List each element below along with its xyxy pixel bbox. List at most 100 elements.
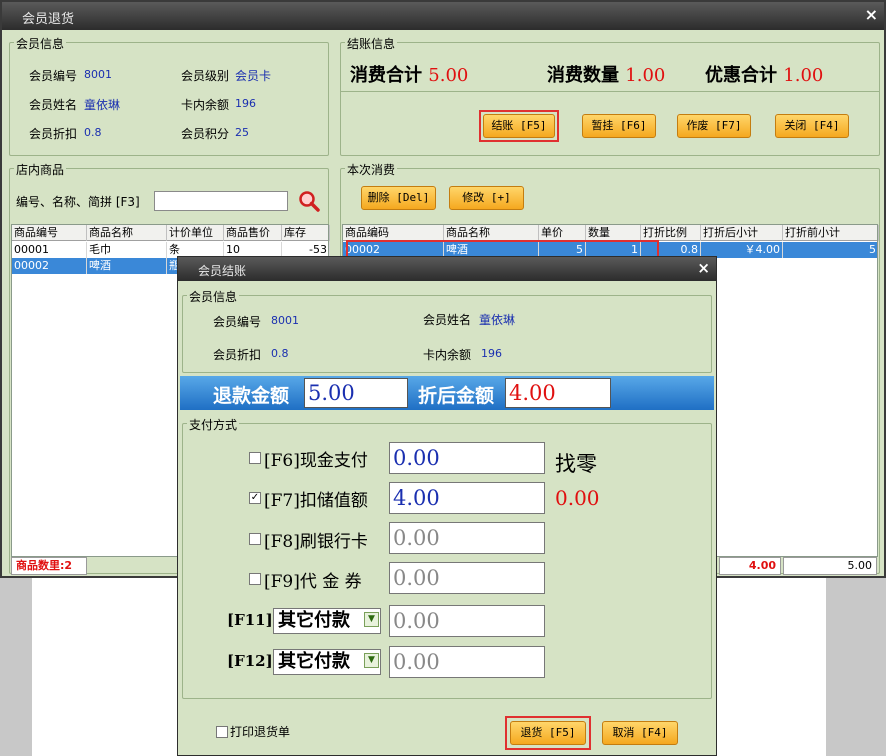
after-discount-input[interactable]: 4.00 <box>505 378 611 408</box>
dialog-member-name-label: 会员姓名 <box>423 313 472 327</box>
print-receipt-label: 打印退货单 <box>230 725 291 739</box>
member-name-label: 会员姓名 <box>29 98 78 112</box>
bank-card-label: [F8]刷银行卡 <box>264 532 368 552</box>
chevron-down-icon[interactable]: ▼ <box>364 653 379 668</box>
col-subtotal-after[interactable]: 打折后小计 <box>701 225 783 241</box>
goods-search-input[interactable] <box>154 191 288 211</box>
member-info-title: 会员信息 <box>14 35 67 52</box>
total-label: 消费合计 5.00 <box>350 65 469 86</box>
voucher-checkbox[interactable] <box>249 573 261 585</box>
col-unit-price[interactable]: 单价 <box>539 225 586 241</box>
background-left <box>0 578 32 756</box>
card-balance-label: 卡内余额 <box>181 98 230 112</box>
member-checkout-dialog: 会员结账 × 会员信息 会员编号 8001 会员姓名 童依琳 会员折扣 0.8 … <box>177 256 717 756</box>
return-button[interactable]: 退货 [F5] <box>510 721 586 745</box>
dialog-member-name-value: 童依琳 <box>479 313 516 327</box>
bank-card-checkbox[interactable] <box>249 533 261 545</box>
card-balance-value: 196 <box>235 97 256 110</box>
void-button[interactable]: 作废 [F7] <box>677 114 751 138</box>
main-titlebar: 会员退货 × <box>2 2 884 30</box>
cell-goods-name: 啤酒 <box>87 258 167 274</box>
member-discount-label: 会员折扣 <box>29 127 78 141</box>
member-level-value: 会员卡 <box>235 69 272 83</box>
amount-band: 退款金额 5.00 折后金额 4.00 <box>180 376 714 410</box>
checkout-button[interactable]: 结账 [F5] <box>483 114 555 138</box>
refund-amount-label: 退款金额 <box>213 385 290 407</box>
close-button[interactable]: 关闭 [F4] <box>775 114 849 138</box>
member-id-value: 8001 <box>84 68 112 81</box>
member-info-group: 会员信息 会员编号 8001 会员级别 会员卡 会员姓名 童依琳 卡内余额 19… <box>9 35 329 156</box>
quantity-label: 消费数量 1.00 <box>547 65 666 86</box>
cash-label: [F6]现金支付 <box>264 451 368 471</box>
main-close-icon[interactable]: × <box>865 5 878 24</box>
stored-value-input[interactable]: 4.00 <box>389 482 545 514</box>
col-quantity[interactable]: 数量 <box>586 225 641 241</box>
discount-total-value: 1.00 <box>783 65 824 86</box>
dialog-balance-label: 卡内余额 <box>423 348 472 362</box>
change-label: 找零 <box>555 452 597 476</box>
delete-button[interactable]: 删除 [Del] <box>361 186 436 210</box>
f12-select-value: 其它付款 <box>278 651 350 672</box>
cell-goods-id: 00002 <box>12 258 87 274</box>
cancel-button[interactable]: 取消 [F4] <box>602 721 678 745</box>
cash-checkbox[interactable] <box>249 452 261 464</box>
payment-method-title: 支付方式 <box>187 416 240 433</box>
dialog-member-group: 会员信息 会员编号 8001 会员姓名 童依琳 会员折扣 0.8 卡内余额 19… <box>182 288 712 373</box>
f12-label: [F12] <box>227 652 273 670</box>
f12-payment-select[interactable]: 其它付款 ▼ <box>273 649 381 675</box>
col-goods-id[interactable]: 商品编号 <box>12 225 87 241</box>
cash-input[interactable]: 0.00 <box>389 442 545 474</box>
col-subtotal-before[interactable]: 打折前小计 <box>783 225 879 241</box>
edit-button[interactable]: 修改 [+] <box>449 186 524 210</box>
stored-value-checkbox[interactable]: ✓ <box>249 492 261 504</box>
col-discount-rate[interactable]: 打折比例 <box>641 225 701 241</box>
search-icon[interactable] <box>297 189 321 213</box>
voucher-input[interactable]: 0.00 <box>389 562 545 594</box>
f11-select-value: 其它付款 <box>278 610 350 631</box>
col-unit[interactable]: 计价单位 <box>167 225 224 241</box>
dialog-titlebar: 会员结账 × <box>178 257 716 281</box>
dialog-title: 会员结账 <box>198 264 247 278</box>
background-right <box>826 578 886 756</box>
payment-method-group: 支付方式 [F6]现金支付 0.00 找零 ✓ [F7]扣储值额 4.00 0.… <box>182 416 712 699</box>
col-stock[interactable]: 库存 <box>282 225 330 241</box>
footer-subtotal-after: 4.00 <box>719 557 781 575</box>
member-points-value: 25 <box>235 126 249 139</box>
hold-button[interactable]: 暂挂 [F6] <box>582 114 656 138</box>
member-id-label: 会员编号 <box>29 69 78 83</box>
bank-card-input[interactable]: 0.00 <box>389 522 545 554</box>
dialog-close-icon[interactable]: × <box>697 259 710 277</box>
chevron-down-icon[interactable]: ▼ <box>364 612 379 627</box>
col-goods-name[interactable]: 商品名称 <box>87 225 167 241</box>
checkout-divider <box>341 91 879 92</box>
goods-search-label: 编号、名称、简拼 [F3] <box>16 195 140 209</box>
refund-amount-input[interactable]: 5.00 <box>304 378 408 408</box>
member-level-label: 会员级别 <box>181 69 230 83</box>
f12-input[interactable]: 0.00 <box>389 646 545 678</box>
dialog-member-title: 会员信息 <box>187 288 240 305</box>
dialog-balance-value: 196 <box>481 347 502 360</box>
change-value: 0.00 <box>555 486 600 510</box>
stored-value-label: [F7]扣储值额 <box>264 491 368 511</box>
checkout-info-group: 结账信息 消费合计 5.00 消费数量 1.00 优惠合计 1.00 结账 [F… <box>340 35 880 156</box>
quantity-value: 1.00 <box>625 65 666 86</box>
col-item-name[interactable]: 商品名称 <box>444 225 539 241</box>
checkout-info-title: 结账信息 <box>345 35 398 52</box>
total-value: 5.00 <box>428 65 469 86</box>
cell-goods-name: 毛巾 <box>87 242 167 258</box>
dialog-discount-value: 0.8 <box>271 347 289 360</box>
dialog-member-id-value: 8001 <box>271 314 299 327</box>
col-item-code[interactable]: 商品编码 <box>343 225 444 241</box>
print-receipt-checkbox[interactable] <box>216 726 228 738</box>
cell-subtotal-before: 5 <box>783 242 879 258</box>
cell-goods-id: 00001 <box>12 242 87 258</box>
f11-label: [F11] <box>227 611 273 629</box>
f11-input[interactable]: 0.00 <box>389 605 545 637</box>
store-goods-header: 商品编号 商品名称 计价单位 商品售价 库存 <box>12 225 330 241</box>
current-consumption-title: 本次消费 <box>345 161 398 178</box>
dialog-discount-label: 会员折扣 <box>213 348 262 362</box>
f11-payment-select[interactable]: 其它付款 ▼ <box>273 608 381 634</box>
col-price[interactable]: 商品售价 <box>224 225 282 241</box>
member-discount-value: 0.8 <box>84 126 102 139</box>
voucher-label: [F9]代 金 券 <box>264 572 362 592</box>
